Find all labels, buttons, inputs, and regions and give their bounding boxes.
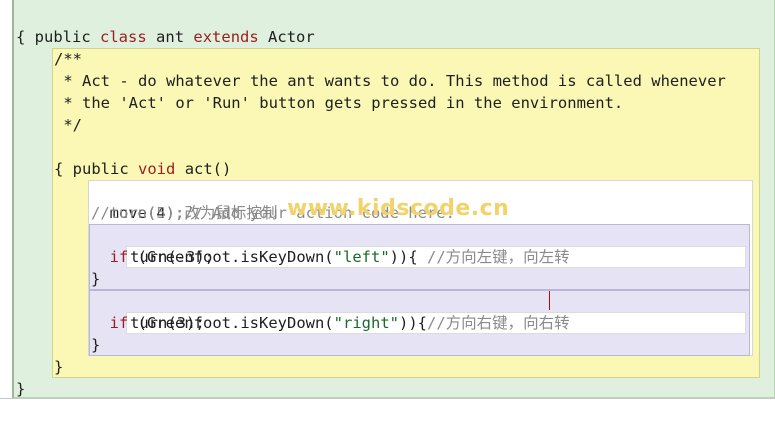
keyword-if: if <box>109 314 129 332</box>
keyword-extends: extends <box>193 28 259 46</box>
turn-left-statement[interactable]: turn(-3); <box>130 246 214 268</box>
method-close-brace[interactable]: } <box>54 356 63 378</box>
editor-bottom-divider <box>0 398 775 399</box>
if-left-condition-suffix: )){ <box>389 248 427 266</box>
javadoc-line-4[interactable]: */ <box>54 114 82 136</box>
keyword-public: public <box>34 28 91 46</box>
if-right-condition-suffix: )){ <box>398 314 427 332</box>
string-right: "right" <box>333 314 399 332</box>
if-left-close-brace[interactable]: } <box>91 268 100 290</box>
javadoc-line-1[interactable]: /** <box>54 48 82 70</box>
class-scope-gutter <box>12 0 14 398</box>
keyword-public: public <box>72 160 129 178</box>
class-declaration-line[interactable]: public class ant extends Actor <box>16 4 315 46</box>
keyword-void: void <box>138 160 176 178</box>
string-left: "left" <box>333 248 390 266</box>
method-name: act() <box>184 160 232 178</box>
class-close-brace[interactable]: } <box>16 378 25 400</box>
javadoc-line-2[interactable]: * Act - do whatever the ant wants to do.… <box>54 70 726 92</box>
method-declaration-line[interactable]: public void act() <box>54 136 232 178</box>
if-right-close-brace[interactable]: } <box>91 334 100 356</box>
watermark-text: www.kidscode.cn <box>287 196 510 221</box>
text-cursor <box>549 291 550 310</box>
if-left-line[interactable]: if (Greenfoot.isKeyDown("left")){ //方向左键… <box>91 224 570 266</box>
class-open-brace[interactable]: { <box>16 26 25 48</box>
method-open-brace[interactable]: { <box>54 158 63 180</box>
keyword-class: class <box>100 28 147 46</box>
if-right-line[interactable]: if (Greenfoot.isKeyDown("right")){//方向右键… <box>91 290 570 332</box>
if-right-comment: //方向右键，向右转 <box>426 314 570 332</box>
turn-right-statement[interactable]: turn(3); <box>130 312 205 334</box>
javadoc-line-3[interactable]: * the 'Act' or 'Run' button gets pressed… <box>54 92 623 114</box>
class-name: ant <box>156 28 185 46</box>
turn-comment-line[interactable]: //turn(5);改为鼠标控制 <box>91 202 277 224</box>
if-left-comment: //方向左键，向左转 <box>426 248 570 266</box>
keyword-if: if <box>109 248 129 266</box>
parent-class-name: Actor <box>268 28 315 46</box>
